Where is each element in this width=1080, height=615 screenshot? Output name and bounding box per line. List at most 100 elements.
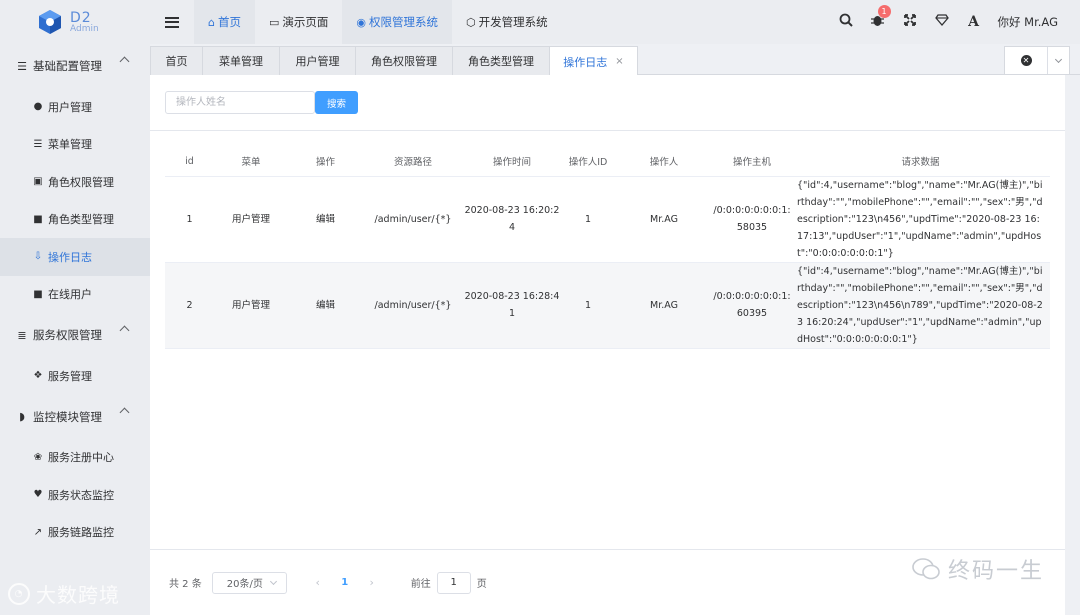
column-header-host[interactable]: 操作主机 <box>713 147 791 177</box>
table-row[interactable]: 1 用户管理 编辑 /admin/user/{*} 2020-08-23 16:… <box>165 176 1050 263</box>
tab-role-type[interactable]: 角色类型管理 <box>452 46 550 75</box>
shield-icon: ◗ <box>19 410 25 423</box>
sidebar-group-monitoring[interactable]: ◗ 监控模块管理 <box>0 395 150 439</box>
watermark-right-text: 终码一生 <box>947 559 1044 584</box>
cell-operator: Mr.AG <box>615 176 713 263</box>
sidebar-item-label: 操作日志 <box>48 250 92 264</box>
heartbeat-icon: ♥ <box>33 489 43 501</box>
sidebar-item-operation-log[interactable]: ⇩ 操作日志 <box>0 238 150 276</box>
topnav-home-label: 首页 <box>217 15 241 29</box>
logo-subtitle: Admin <box>70 23 99 34</box>
close-all-tabs-button[interactable]: ✕ <box>1005 47 1047 74</box>
top-header: D2 Admin ⌂ 首页 ▭ 演示页面 ◉ 权限管理系统 ⬡ 开发管理系统 1 <box>0 0 1080 44</box>
topnav-permission-system[interactable]: ◉ 权限管理系统 <box>342 0 452 44</box>
tab-label: 菜单管理 <box>219 55 263 68</box>
menu-toggle-button[interactable] <box>150 0 194 44</box>
tab-label: 用户管理 <box>295 55 340 68</box>
column-header-request[interactable]: 请求数据 <box>791 147 1050 177</box>
sidebar-item-label: 角色权限管理 <box>48 175 114 189</box>
sidebar-group-service-permission[interactable]: ≣ 服务权限管理 <box>0 313 150 357</box>
page-tabs: 首页 菜单管理 用户管理 角色权限管理 角色类型管理 操作日志 × ✕ <box>150 44 1080 76</box>
logo[interactable]: D2 Admin <box>0 0 150 44</box>
cell-operator-id: 1 <box>561 176 615 263</box>
sidebar-item-label: 服务链路监控 <box>48 526 114 540</box>
column-header-action[interactable]: 操作 <box>288 147 363 177</box>
sidebar-item-service-trace[interactable]: ↗ 服务链路监控 <box>0 514 150 552</box>
watermark-left: ◔ 大数跨境 <box>8 579 120 608</box>
tab-role-permission[interactable]: 角色权限管理 <box>355 46 453 75</box>
column-header-id[interactable]: id <box>165 147 214 177</box>
cell-menu: 用户管理 <box>214 262 288 349</box>
sidebar-item-role-type[interactable]: ■ 角色类型管理 <box>0 201 150 239</box>
cubes-icon: ❖ <box>33 370 43 382</box>
sidebar-item-user-management[interactable]: ● 用户管理 <box>0 88 150 126</box>
d2-logo-icon <box>39 10 61 34</box>
page-unit-label: 页 <box>476 579 487 590</box>
tab-user-management[interactable]: 用户管理 <box>279 46 356 75</box>
table-row[interactable]: 2 用户管理 编辑 /admin/user/{*} 2020-08-23 16:… <box>165 262 1050 349</box>
lock-icon: ■ <box>33 213 43 225</box>
topnav-demo[interactable]: ▭ 演示页面 <box>255 0 342 44</box>
cell-action: 编辑 <box>288 262 363 349</box>
file-download-icon: ⇩ <box>33 251 43 263</box>
user-icon: ● <box>33 101 43 113</box>
sidebar-item-role-permission[interactable]: ▣ 角色权限管理 <box>0 163 150 201</box>
topnav-home[interactable]: ⌂ 首页 <box>194 0 255 44</box>
sidebar-item-service-management[interactable]: ❖ 服务管理 <box>0 357 150 395</box>
home-icon: ⌂ <box>208 15 215 29</box>
tab-dropdown-button[interactable] <box>1047 47 1069 74</box>
chevron-down-icon <box>1054 55 1063 63</box>
prev-page-button[interactable]: ‹ <box>303 576 333 589</box>
column-header-operator-id[interactable]: 操作人ID <box>561 147 615 177</box>
sidebar-item-label: 服务注册中心 <box>48 451 114 465</box>
search-bar: 搜索 <box>150 75 1065 131</box>
cell-time: 2020-08-23 16:20:24 <box>463 176 561 263</box>
page-size-select[interactable]: 20条/页 <box>211 571 287 594</box>
cell-host: /0:0:0:0:0:0:0:1:58035 <box>713 176 791 263</box>
diamond-icon[interactable] <box>926 14 958 30</box>
sidebar: ☰ 基础配置管理 ● 用户管理 ☰ 菜单管理 ▣ 角色权限管理 ■ 角色类型管理… <box>0 44 150 615</box>
sidebar-item-service-status[interactable]: ♥ 服务状态监控 <box>0 476 150 514</box>
operator-name-input[interactable] <box>165 91 315 114</box>
next-page-button[interactable]: › <box>357 576 387 589</box>
top-nav: ⌂ 首页 ▭ 演示页面 ◉ 权限管理系统 ⬡ 开发管理系统 <box>194 0 562 44</box>
hamburger-icon <box>165 16 179 28</box>
sidebar-item-label: 角色类型管理 <box>48 213 114 227</box>
cell-time: 2020-08-23 16:28:41 <box>463 262 561 349</box>
chevron-up-icon <box>119 325 130 336</box>
column-header-operator[interactable]: 操作人 <box>615 147 713 177</box>
list-icon: ☰ <box>17 59 27 73</box>
cell-id: 1 <box>165 176 214 263</box>
tab-home[interactable]: 首页 <box>150 46 203 75</box>
sidebar-item-service-registry[interactable]: ❀ 服务注册中心 <box>0 439 150 477</box>
goto-page-input[interactable] <box>436 571 471 594</box>
bug-icon[interactable]: 1 <box>862 5 894 31</box>
sidebar-item-label: 服务管理 <box>48 369 92 383</box>
page-number-current[interactable]: 1 <box>333 577 357 588</box>
topnav-dev-label: 开发管理系统 <box>478 15 548 29</box>
tab-operation-log[interactable]: 操作日志 × <box>549 46 638 76</box>
sidebar-item-online-users[interactable]: ■ 在线用户 <box>0 276 150 314</box>
sidebar-group-basic-config[interactable]: ☰ 基础配置管理 <box>0 44 150 88</box>
close-icon[interactable]: × <box>615 56 623 67</box>
cell-request: {"id":4,"username":"blog","name":"Mr.AG(… <box>791 262 1050 349</box>
column-header-path[interactable]: 资源路径 <box>363 147 463 177</box>
fullscreen-icon[interactable] <box>894 14 926 30</box>
tab-menu-management[interactable]: 菜单管理 <box>202 46 280 75</box>
topnav-permission-label: 权限管理系统 <box>369 15 438 29</box>
column-header-time[interactable]: 操作时间 <box>463 147 561 177</box>
search-icon[interactable] <box>830 13 862 31</box>
search-button[interactable]: 搜索 <box>315 91 358 114</box>
notification-badge: 1 <box>877 5 891 18</box>
topnav-dev-system[interactable]: ⬡ 开发管理系统 <box>452 0 562 44</box>
sidebar-item-label: 用户管理 <box>48 100 92 114</box>
line-chart-icon: ↗ <box>33 526 43 538</box>
column-header-menu[interactable]: 菜单 <box>214 147 288 177</box>
lock-icon: ■ <box>33 288 43 300</box>
main-panel: 搜索 id 菜单 操作 资源路径 操作时间 操作人ID 操作人 操作主机 请求数… <box>150 75 1065 615</box>
cell-host: /0:0:0:0:0:0:0:1:60395 <box>713 262 791 349</box>
sidebar-item-menu-management[interactable]: ☰ 菜单管理 <box>0 126 150 164</box>
cell-id: 2 <box>165 262 214 349</box>
font-size-icon[interactable]: A <box>958 14 990 30</box>
user-greeting[interactable]: 你好 Mr.AG <box>998 14 1058 30</box>
